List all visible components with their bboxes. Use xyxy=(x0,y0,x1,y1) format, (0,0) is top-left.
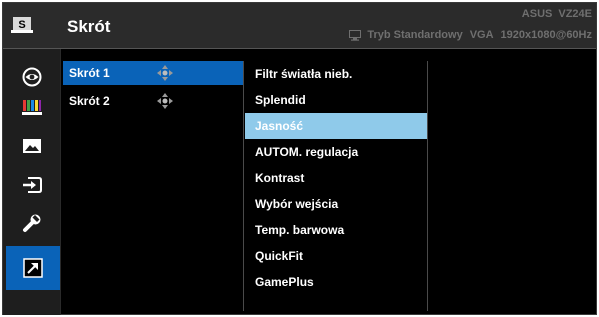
model-label: ASUS VZ24E xyxy=(516,8,592,20)
option-contrast[interactable]: Kontrast xyxy=(245,165,427,191)
list-item-shortcut-2[interactable]: Skrót 2 xyxy=(63,89,243,113)
option-label: QuickFit xyxy=(255,249,304,263)
move-arrows-icon xyxy=(157,65,173,81)
option-quickfit[interactable]: QuickFit xyxy=(245,243,427,269)
option-label: Filtr światła nieb. xyxy=(255,67,353,81)
option-auto-adjust[interactable]: AUTOM. regulacja xyxy=(245,139,427,165)
option-label: Temp. barwowa xyxy=(255,223,345,237)
osd-menu: S Skrót ASUS VZ24E Tryb Standardowy VGA 1… xyxy=(2,2,597,315)
shortcut-arrow-icon[interactable] xyxy=(6,246,60,290)
shortcut-label: Skrót 1 xyxy=(69,66,110,80)
menu-sidebar xyxy=(3,49,61,315)
shortcut-options-list: Filtr światła nieb. Splendid Jasność AUT… xyxy=(245,61,427,295)
option-label: Wybór wejścia xyxy=(255,197,339,211)
option-input-select[interactable]: Wybór wejścia xyxy=(245,191,427,217)
input-status: VGA xyxy=(469,29,494,41)
option-splendid[interactable]: Splendid xyxy=(245,87,427,113)
status-bar: Tryb Standardowy VGA 1920x1080@60Hz xyxy=(349,29,592,41)
monitor-icon xyxy=(349,29,362,41)
option-brightness[interactable]: Jasność xyxy=(245,113,427,139)
shortcut-list: Skrót 1 Skrót 2 xyxy=(63,61,243,311)
splendid-icon: S xyxy=(11,17,33,33)
option-gameplus[interactable]: GamePlus xyxy=(245,269,427,295)
mode-status: Tryb Standardowy xyxy=(367,29,463,41)
resolution-status: 1920x1080@60Hz xyxy=(500,29,592,41)
shortcut-label: Skrót 2 xyxy=(69,94,110,108)
input-select-icon[interactable] xyxy=(3,171,60,199)
color-bars-icon[interactable] xyxy=(3,93,60,121)
wrench-icon[interactable] xyxy=(3,209,60,237)
osd-header: S Skrót ASUS VZ24E Tryb Standardowy VGA 1… xyxy=(3,3,596,49)
brand-label: ASUS xyxy=(521,8,553,20)
option-blue-light-filter[interactable]: Filtr światła nieb. xyxy=(245,61,427,87)
image-icon[interactable] xyxy=(3,132,60,160)
option-color-temp[interactable]: Temp. barwowa xyxy=(245,217,427,243)
page-title: Skrót xyxy=(67,17,111,36)
option-label: Jasność xyxy=(255,119,304,133)
column-divider xyxy=(243,61,244,311)
option-label: AUTOM. regulacja xyxy=(255,145,359,159)
model-name: VZ24E xyxy=(558,8,592,20)
list-item-shortcut-1[interactable]: Skrót 1 xyxy=(63,61,243,85)
option-label: Splendid xyxy=(255,93,306,107)
column-divider xyxy=(427,61,428,311)
move-arrows-icon xyxy=(157,93,173,109)
eye-care-icon[interactable] xyxy=(3,63,60,91)
option-label: GamePlus xyxy=(255,275,314,289)
svg-text:S: S xyxy=(18,19,25,31)
option-label: Kontrast xyxy=(255,171,305,185)
